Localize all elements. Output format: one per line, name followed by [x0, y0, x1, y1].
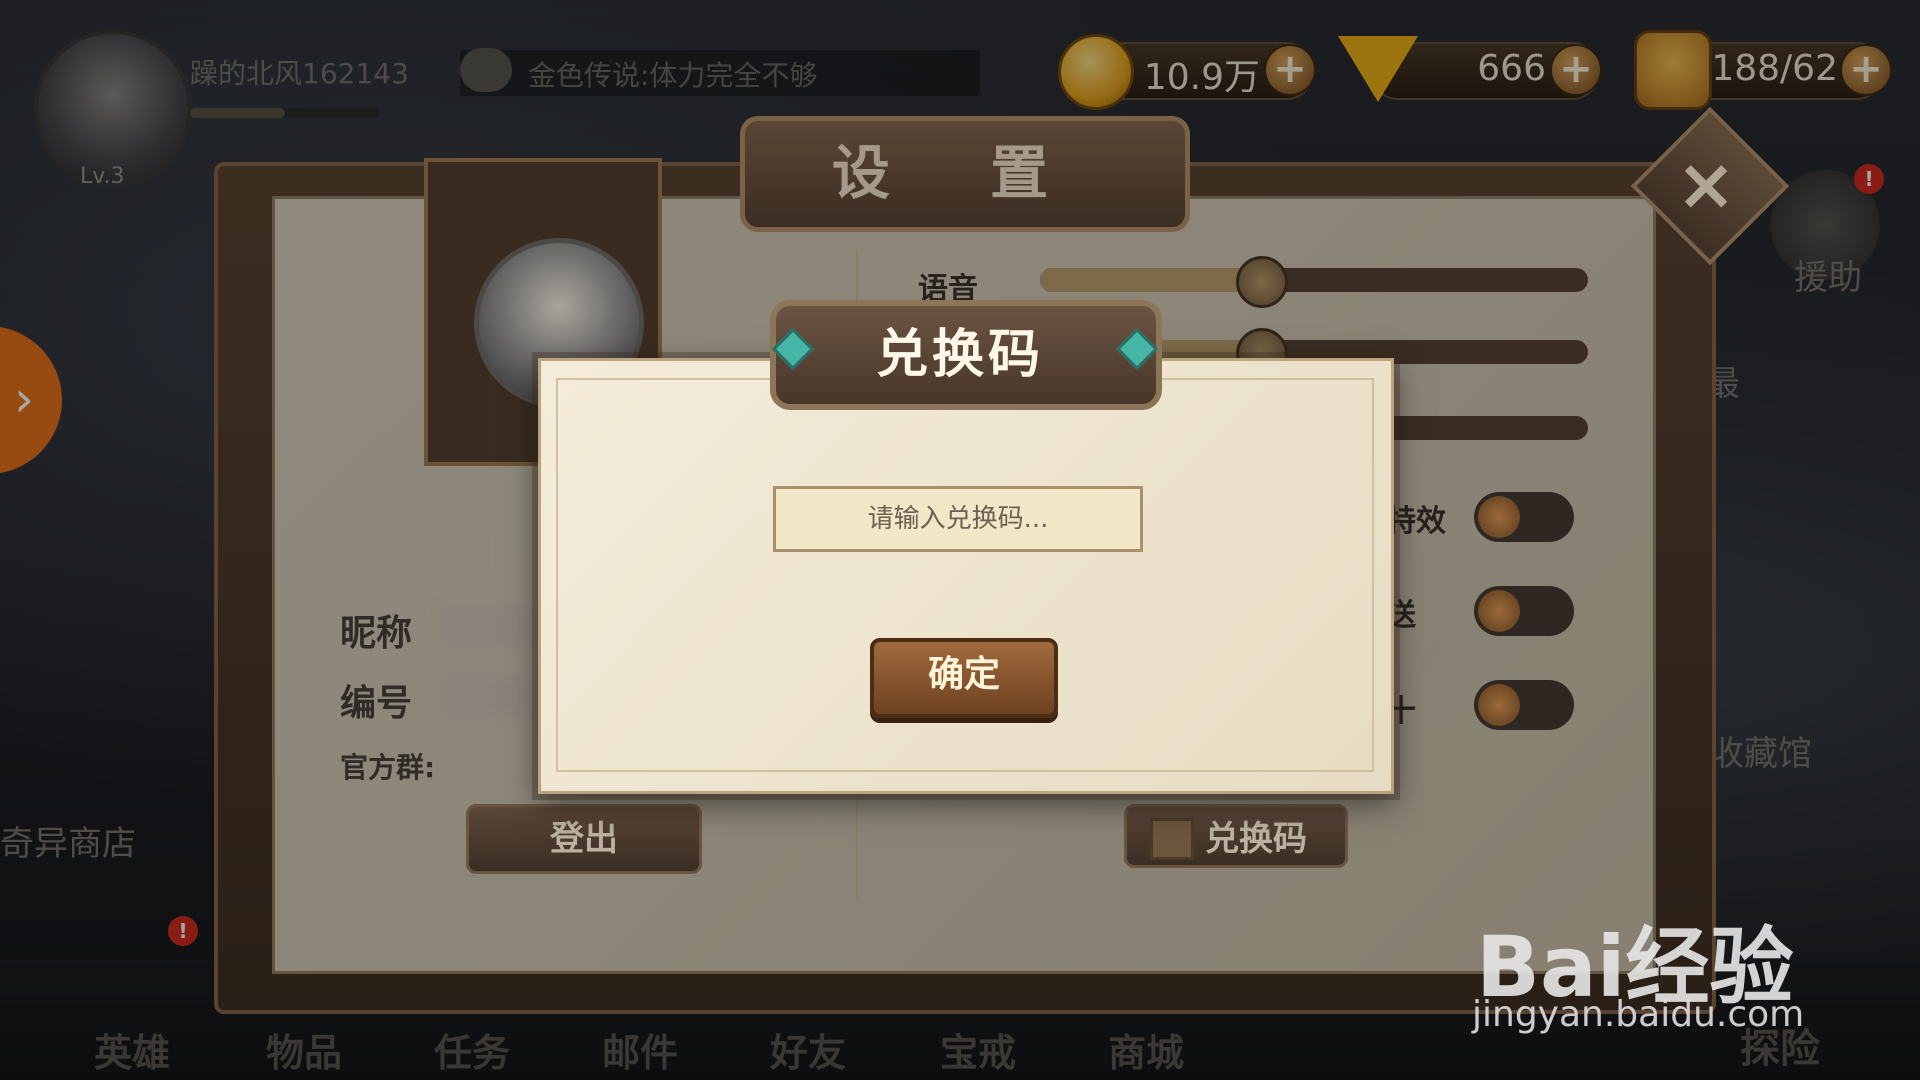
push-toggle[interactable] — [1474, 586, 1574, 636]
nickname-label: 昵称 — [340, 613, 413, 654]
third-toggle[interactable] — [1474, 680, 1574, 730]
settings-title: 设 置 — [831, 139, 1089, 207]
redeem-dialog-title: 兑换码 — [875, 325, 1044, 385]
voice-slider-fill — [1040, 268, 1260, 292]
effects-toggle-label: 特效 — [1386, 504, 1446, 539]
confirm-button[interactable]: 确定 — [870, 638, 1058, 718]
effects-toggle-knob — [1478, 496, 1520, 538]
group-label: 官方群: — [340, 751, 436, 784]
logout-button[interactable]: 登出 — [466, 804, 702, 874]
id-label: 编号 — [340, 683, 413, 724]
voice-slider-knob[interactable] — [1236, 256, 1289, 308]
id-value — [440, 674, 550, 718]
close-icon[interactable]: × — [1674, 142, 1738, 226]
baidu-watermark-url: jingyan.baidu.com — [1472, 994, 1805, 1035]
nickname-value — [440, 604, 550, 648]
redeem-code-input[interactable] — [773, 486, 1143, 552]
push-toggle-knob — [1478, 590, 1520, 632]
effects-toggle[interactable] — [1474, 492, 1574, 542]
third-toggle-knob — [1478, 684, 1520, 726]
gift-icon — [1150, 818, 1194, 860]
voice-slider[interactable] — [1040, 268, 1588, 292]
